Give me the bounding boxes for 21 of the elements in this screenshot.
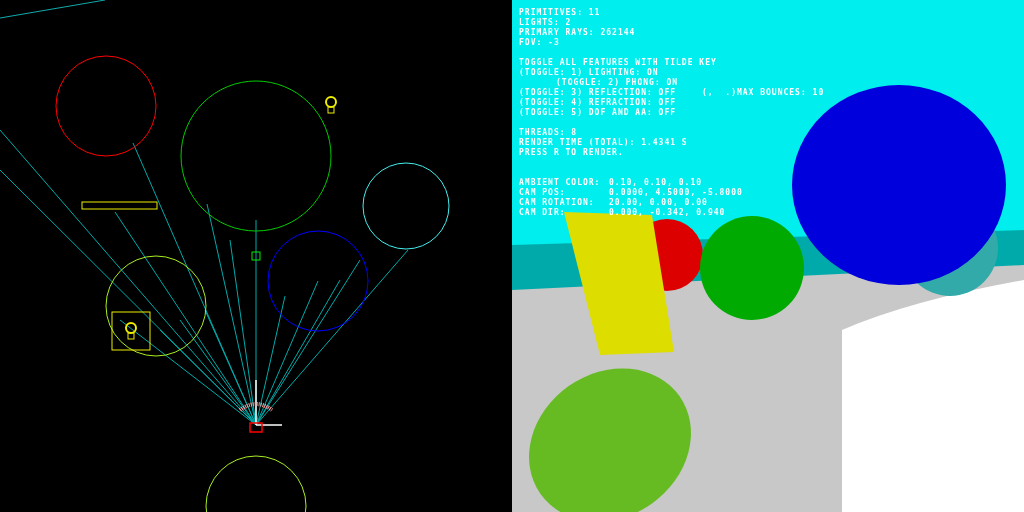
toggle-status-text: (TOGGLE: 4) REFRACTION: OFF <box>519 98 677 108</box>
status-text: THREADS: 8 <box>519 128 578 138</box>
bounces-text: (, .)MAX BOUNCES: 10 <box>702 88 825 98</box>
camera-label: CAM DIR: <box>519 208 567 218</box>
status-text: RENDER TIME (TOTAL): 1.4341 S <box>519 138 688 148</box>
camera-value: 0.10, 0.10, 0.10 <box>609 178 703 188</box>
camera-value: 20.00, 0.00, 0.00 <box>609 198 708 208</box>
camera-label: CAM POS: <box>519 188 567 198</box>
toggle-status-text: (TOGGLE: 2) PHONG: ON <box>555 78 679 88</box>
toggle-status-text: (TOGGLE: 5) DOF AND AA: OFF <box>519 108 677 118</box>
stat-text: PRIMITIVES: 11 <box>519 8 601 18</box>
camera-label: CAM ROTATION: <box>519 198 596 208</box>
camera-value: 0.0000, 4.5000, -5.8000 <box>609 188 743 198</box>
toggle-status-text: (TOGGLE: 3) REFLECTION: OFF <box>519 88 677 98</box>
stat-text: LIGHTS: 2 <box>519 18 572 28</box>
camera-label: AMBIENT COLOR: <box>519 178 602 188</box>
hint-text: TOGGLE ALL FEATURES WITH TILDE KEY <box>519 58 717 68</box>
toggle-status-text: (TOGGLE: 1) LIGHTING: ON <box>519 68 659 78</box>
stat-text: FOV: -3 <box>519 38 560 48</box>
stat-text: PRIMARY RAYS: 262144 <box>519 28 636 38</box>
status-text: PRESS R TO RENDER. <box>519 148 624 158</box>
